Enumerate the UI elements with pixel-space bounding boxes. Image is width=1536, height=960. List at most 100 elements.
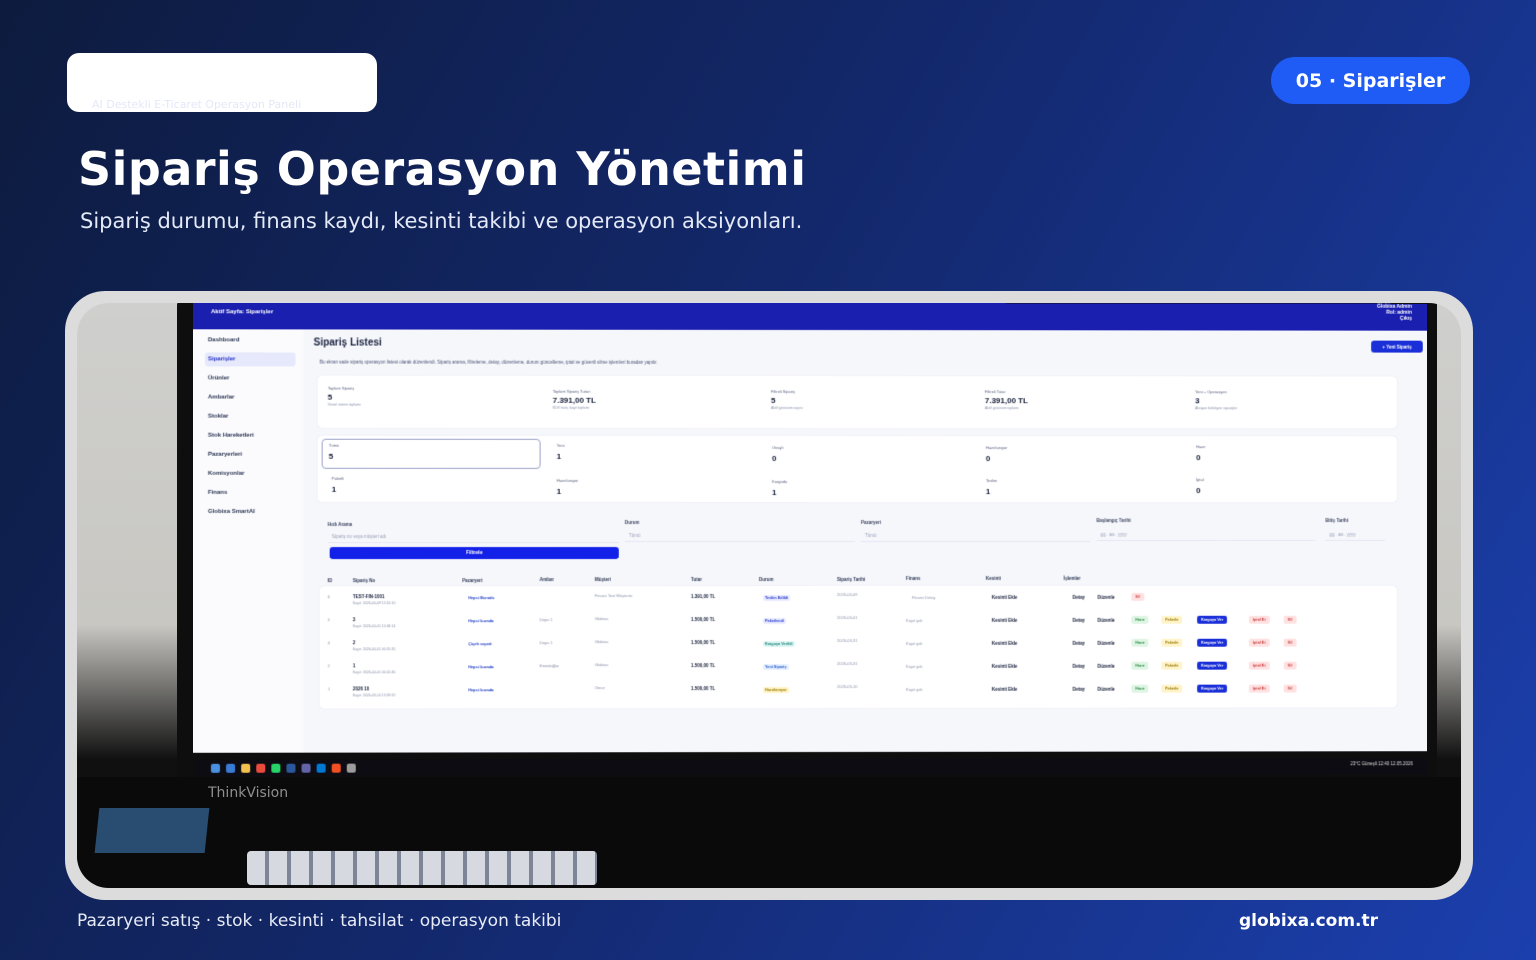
action-detay-button[interactable]: Detay <box>1073 687 1085 692</box>
count-ready[interactable]: Hazır 0 <box>1196 444 1206 462</box>
action-d-zenle-button[interactable]: Düzenle <box>1098 618 1115 623</box>
count-preparing-a[interactable]: Hazırlanıyor 0 <box>986 445 1008 463</box>
action-i-ptal-et-button[interactable]: İptal Et <box>1248 661 1270 670</box>
add-deduction-button[interactable]: Kesinti Ekle <box>992 664 1017 669</box>
action-d-zenle-button[interactable]: Düzenle <box>1098 664 1115 669</box>
action-sil-button[interactable]: Sil <box>1283 661 1297 670</box>
action-detay-button[interactable]: Detay <box>1073 641 1085 646</box>
row-order-no[interactable]: 1 <box>353 663 356 668</box>
add-deduction-button[interactable]: Kesinti Ekle <box>992 595 1017 600</box>
market-select[interactable]: Tümü <box>860 529 1091 542</box>
action-paketle-button[interactable]: Paketle <box>1161 684 1183 693</box>
action-detay-button[interactable]: Detay <box>1073 618 1085 623</box>
row-marketplace: Hepsi burada <box>468 664 494 670</box>
action-haz-r-button[interactable]: Hazır <box>1131 684 1149 693</box>
folder-icon[interactable] <box>241 763 251 773</box>
count-shipped[interactable]: Kargoda 1 <box>772 479 787 497</box>
add-deduction-button[interactable]: Kesinti Ekle <box>992 618 1017 623</box>
count-delivered[interactable]: Teslim 1 <box>986 478 997 496</box>
windows-taskbar: 23°C Güneşli 12:40 12.05.2026 <box>192 758 1427 776</box>
row-warehouse: Emirdağlar <box>539 663 559 669</box>
row-order-no[interactable]: 3 <box>353 617 356 622</box>
row-customer: Ömer <box>594 685 605 691</box>
status-counts-card: Tümü 5 Yeni 1 Onaylı 0 Hazırlanıyor 0 Hazır 0… <box>317 435 1397 503</box>
action-sil-button[interactable]: Sil <box>1283 615 1297 624</box>
status-select[interactable]: Tümü <box>624 529 855 543</box>
row-date: 2026-04-09 <box>836 591 858 597</box>
action-sil-button[interactable]: Sil <box>1283 638 1297 647</box>
table-column-header: Finans <box>905 575 921 581</box>
sidebar-item-warehouses[interactable]: Ambarlar <box>205 391 296 405</box>
search-input[interactable]: Sipariş no veya müşteri adı <box>327 531 619 544</box>
teams-icon[interactable] <box>301 763 311 773</box>
logout-link[interactable]: Çıkış <box>1377 316 1412 322</box>
sidebar-item-finance[interactable]: Finans <box>205 486 296 500</box>
action-i-ptal-et-button[interactable]: İptal Et <box>1248 684 1270 693</box>
edge-icon[interactable] <box>226 763 236 773</box>
orders-table-body: 6 TEST-FIN-1001 Kayıt: 2026-04-09 15:16:10… <box>312 329 1423 709</box>
action-kargoya-ver-button[interactable]: Kargoya Ver <box>1197 615 1228 624</box>
add-deduction-button[interactable]: Kesinti Ekle <box>992 687 1017 692</box>
add-deduction-button[interactable]: Kesinti Ekle <box>992 641 1017 646</box>
row-finance[interactable]: Finans Detay <box>912 595 936 600</box>
count-cancelled[interactable]: İptal 0 <box>1196 477 1204 495</box>
action-haz-r-button[interactable]: Hazır <box>1131 661 1149 670</box>
filter-button[interactable]: Filtrele <box>329 547 619 560</box>
action-sil-button[interactable]: Sil <box>1283 684 1297 693</box>
table-column-header: İşlemler <box>1063 575 1081 581</box>
sidebar-item-products[interactable]: Ürünler <box>205 371 296 385</box>
action-d-zenle-button[interactable]: Düzenle <box>1098 595 1115 600</box>
row-date: 2026-03-31 <box>836 637 858 643</box>
sidebar-item-orders[interactable]: Siparişler <box>204 352 296 367</box>
count-preparing[interactable]: Hazırlanıyor 1 <box>557 478 579 496</box>
search-label: Hızlı Arama <box>327 521 353 527</box>
sidebar-item-commissions[interactable]: Komisyonlar <box>205 467 296 481</box>
table-column-header: Müşteri <box>594 577 611 583</box>
action-kargoya-ver-button[interactable]: Kargoya Ver <box>1197 638 1228 647</box>
sidebar-item-marketplaces[interactable]: Pazaryerleri <box>205 448 296 462</box>
action-i-ptal-et-button[interactable]: İptal Et <box>1248 615 1270 624</box>
action-haz-r-button[interactable]: Hazır <box>1131 615 1149 624</box>
count-packed[interactable]: Paketli 1 <box>332 476 344 494</box>
action-i-ptal-et-button[interactable]: İptal Et <box>1248 638 1270 647</box>
row-order-no[interactable]: 2026 10 <box>353 686 369 691</box>
whatsapp-icon[interactable] <box>271 763 281 773</box>
row-finance: Kayıt yok <box>905 663 923 669</box>
app-icon-2[interactable] <box>346 763 356 773</box>
action-kargoya-ver-button[interactable]: Kargoya Ver <box>1197 684 1228 693</box>
sidebar-item-stocks[interactable]: Stoklar <box>205 410 296 424</box>
row-date: 2026-03-10 <box>836 683 858 689</box>
sidebar-item-smartai[interactable]: Globixa SmartAI <box>205 505 296 519</box>
vscode-icon[interactable] <box>316 763 326 773</box>
new-order-button[interactable]: + Yeni Sipariş <box>1371 340 1423 353</box>
count-new[interactable]: Yeni 1 <box>557 443 565 461</box>
start-date-input[interactable]: gg . aa . yyyy <box>1096 528 1316 541</box>
outlook-icon[interactable] <box>286 763 296 773</box>
user-info: Globixa Admin Rol: admin Çıkış <box>1377 304 1412 322</box>
sidebar-item-stock-movements[interactable]: Stok Hareketleri <box>205 429 296 443</box>
action-paketle-button[interactable]: Paketle <box>1161 661 1183 670</box>
end-date-input[interactable]: gg . aa . yyyy <box>1325 528 1386 541</box>
end-date-label: Bitiş Tarihi <box>1325 518 1349 524</box>
action-sil-button[interactable]: Sil <box>1131 592 1144 601</box>
action-haz-r-button[interactable]: Hazır <box>1131 638 1149 647</box>
sidebar-item-dashboard[interactable]: Dashboard <box>205 333 296 347</box>
chrome-icon[interactable] <box>256 763 266 773</box>
start-icon[interactable] <box>210 763 221 773</box>
action-d-zenle-button[interactable]: Düzenle <box>1098 641 1115 646</box>
row-order-no[interactable]: TEST-FIN-1001 <box>353 594 385 599</box>
action-detay-button[interactable]: Detay <box>1073 664 1085 669</box>
row-order-no[interactable]: 2 <box>353 640 356 645</box>
table-column-header: Ambar <box>539 577 554 583</box>
count-approved[interactable]: Onaylı 0 <box>772 445 784 463</box>
row-finance: Kayıt yok <box>905 686 923 692</box>
action-paketle-button[interactable]: Paketle <box>1161 615 1183 624</box>
action-detay-button[interactable]: Detay <box>1073 595 1085 600</box>
count-all[interactable]: Tümü 5 <box>321 438 541 469</box>
action-kargoya-ver-button[interactable]: Kargoya Ver <box>1197 661 1228 670</box>
action-d-zenle-button[interactable]: Düzenle <box>1098 687 1115 692</box>
stat-total-orders: Toplam Sipariş 5 Genel sistem toplamı <box>327 385 361 407</box>
action-paketle-button[interactable]: Paketle <box>1161 638 1183 647</box>
app-icon[interactable] <box>331 763 341 773</box>
row-customer: Globixa <box>594 616 609 622</box>
